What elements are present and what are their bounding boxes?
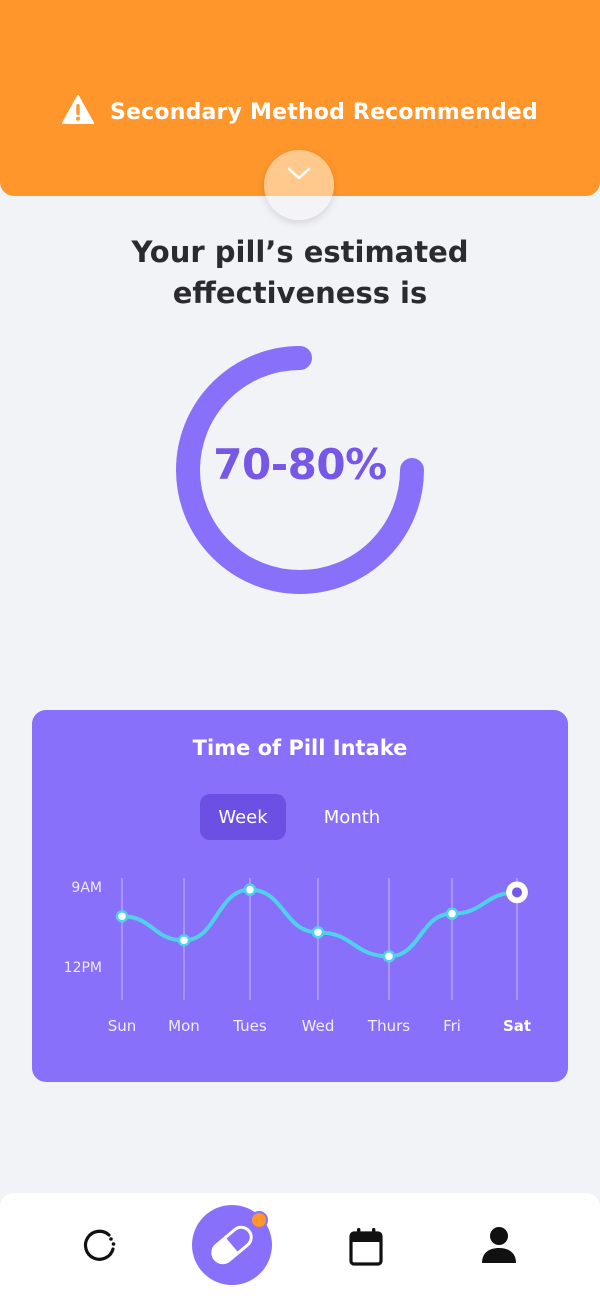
user-icon — [482, 1227, 516, 1263]
data-point[interactable] — [115, 910, 129, 923]
calendar-icon — [349, 1228, 383, 1266]
pill-badge — [250, 1211, 268, 1229]
cycle-icon — [83, 1229, 116, 1261]
y-tick-label: 9AM — [71, 880, 102, 896]
data-point-selected-core — [512, 887, 522, 898]
data-point[interactable] — [445, 907, 459, 920]
nav-profile[interactable] — [480, 1225, 518, 1269]
heading-line-2: effectiveness is — [172, 276, 428, 310]
x-tick-label: Wed — [302, 1017, 335, 1035]
expand-banner-button[interactable] — [264, 150, 334, 220]
intake-series-line — [120, 887, 519, 959]
effectiveness-value: 70-80% — [213, 440, 387, 489]
x-tick-label: Sun — [108, 1017, 137, 1035]
nav-cycle[interactable] — [80, 1227, 120, 1271]
x-tick-label: Thurs — [367, 1017, 410, 1035]
bottom-navigation — [0, 1193, 600, 1299]
x-tick-label: Tues — [232, 1017, 267, 1035]
chevron-down-icon — [287, 167, 311, 180]
heading-line-1: Your pill’s estimated — [131, 235, 469, 269]
x-tick-label: Sat — [503, 1017, 531, 1035]
banner-content: Secondary Method Recommended — [0, 92, 600, 132]
banner-text: Secondary Method Recommended — [109, 99, 538, 125]
data-point[interactable] — [177, 934, 191, 947]
x-tick-label: Fri — [443, 1017, 461, 1035]
warning-icon — [61, 95, 94, 129]
pill-intake-card: Time of Pill Intake Week Month 9AM 12PM Su… — [32, 710, 568, 1082]
data-point[interactable] — [311, 926, 325, 939]
nav-calendar[interactable] — [348, 1227, 384, 1271]
intake-line-chart: 9AM 12PM Sun Mon Tues Wed Thurs Fri Sat — [64, 878, 531, 1035]
data-point[interactable] — [243, 883, 257, 896]
y-tick-label: 12PM — [64, 960, 102, 976]
data-point[interactable] — [382, 950, 396, 963]
x-tick-label: Mon — [168, 1017, 200, 1035]
effectiveness-heading: Your pill’s estimated effectiveness is — [0, 232, 600, 314]
